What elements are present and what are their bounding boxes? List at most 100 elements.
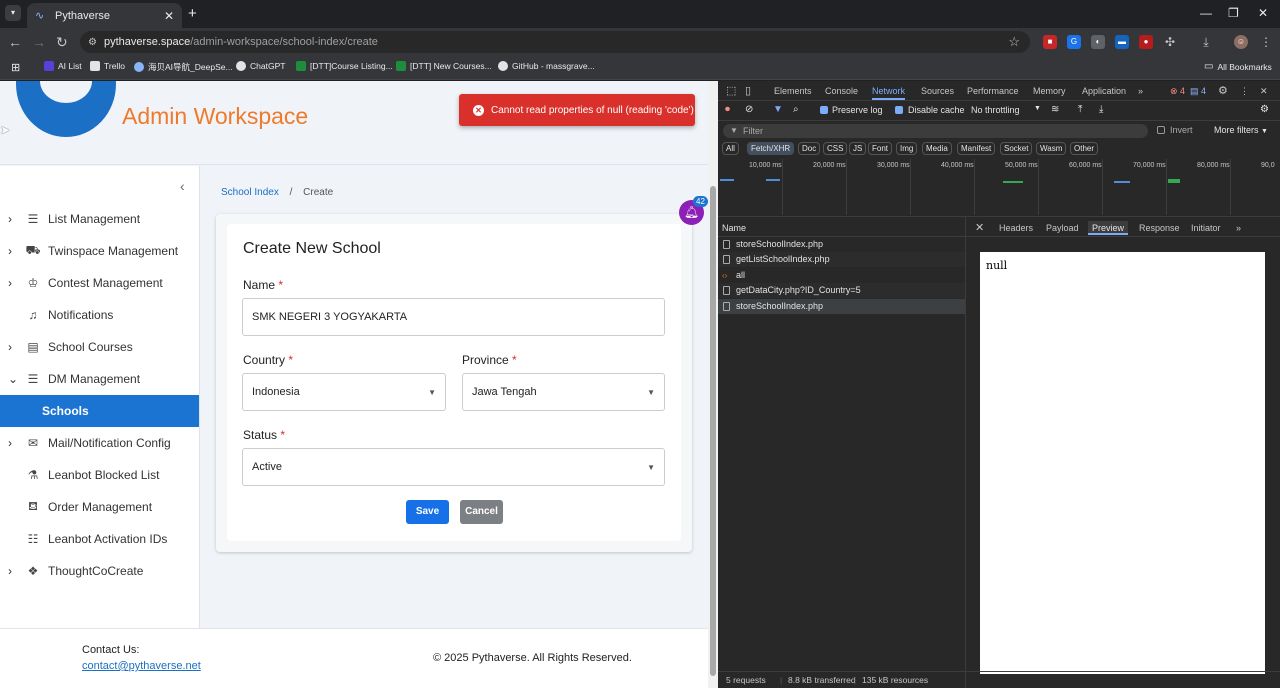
- tab-sources[interactable]: Sources: [921, 86, 954, 96]
- extension-icon[interactable]: ▬: [1115, 35, 1129, 49]
- chip-other[interactable]: Other: [1070, 142, 1099, 155]
- chip-font[interactable]: Font: [868, 142, 893, 155]
- network-conditions-icon[interactable]: ≋: [1051, 104, 1059, 115]
- contact-email-link[interactable]: contact@pythaverse.net: [82, 660, 201, 672]
- filter-funnel-icon[interactable]: ▼: [773, 104, 783, 115]
- bookmark-star-icon[interactable]: ☆: [1008, 34, 1020, 50]
- close-detail-icon[interactable]: ✕: [975, 221, 984, 234]
- tab-console[interactable]: Console: [825, 86, 858, 96]
- sidebar-item-notifications[interactable]: ♫ Notifications: [0, 299, 199, 331]
- sidebar-item-contest-management[interactable]: › ♔ Contest Management: [0, 267, 199, 299]
- sidebar-item-twinspace-management[interactable]: › ⛟ Twinspace Management: [0, 235, 199, 267]
- save-button[interactable]: Save: [406, 500, 449, 524]
- back-button[interactable]: ←: [8, 34, 22, 50]
- error-count-badge[interactable]: ⊗ 4: [1170, 86, 1185, 97]
- tab-preview[interactable]: Preview: [1088, 221, 1129, 235]
- inspect-element-icon[interactable]: ⬚: [726, 84, 736, 97]
- chip-manifest[interactable]: Manifest: [957, 142, 996, 155]
- request-row-selected[interactable]: storeSchoolIndex.php: [718, 299, 965, 314]
- invert-checkbox[interactable]: [1157, 126, 1165, 134]
- error-toast[interactable]: ✕ Cannot read properties of null (readin…: [459, 94, 695, 126]
- chip-js[interactable]: JS: [849, 142, 867, 155]
- disable-cache-checkbox[interactable]: [895, 106, 903, 114]
- bookmark-ai-list[interactable]: AI List: [44, 61, 82, 71]
- translate-extension-icon[interactable]: G: [1067, 35, 1081, 49]
- profile-avatar[interactable]: ☺: [1234, 35, 1248, 49]
- extension-icon[interactable]: ●: [1139, 35, 1153, 49]
- bookmark-trello[interactable]: Trello: [90, 61, 125, 71]
- status-select[interactable]: Active ▼: [242, 448, 665, 486]
- bookmark-new-courses[interactable]: [DTT] New Courses...: [396, 61, 492, 71]
- preserve-log-checkbox[interactable]: [820, 106, 828, 114]
- chip-doc[interactable]: Doc: [798, 142, 821, 155]
- browser-tab[interactable]: ∿ Pythaverse ✕: [27, 3, 182, 28]
- message-count-badge[interactable]: ▤ 4: [1190, 86, 1206, 97]
- name-column-header[interactable]: Name: [718, 219, 965, 237]
- sidebar-item-schools[interactable]: Schools: [0, 395, 199, 427]
- name-field[interactable]: SMK NEGERI 3 YOGYAKARTA: [242, 298, 665, 336]
- chip-wasm[interactable]: Wasm: [1036, 142, 1067, 155]
- chip-media[interactable]: Media: [922, 142, 952, 155]
- more-tabs-icon[interactable]: »: [1236, 223, 1241, 233]
- chip-fetch-xhr[interactable]: Fetch/XHR: [747, 142, 795, 155]
- chip-img[interactable]: Img: [896, 142, 918, 155]
- network-settings-icon[interactable]: ⚙: [1260, 104, 1269, 115]
- chip-all[interactable]: All: [722, 142, 739, 155]
- tab-close-icon[interactable]: ✕: [164, 9, 174, 23]
- page-scrollbar[interactable]: [708, 81, 718, 688]
- maximize-button[interactable]: ❐: [1228, 6, 1239, 20]
- tab-initiator[interactable]: Initiator: [1191, 223, 1221, 233]
- more-tabs-icon[interactable]: »: [1138, 86, 1143, 96]
- address-bar[interactable]: ⚙ pythaverse.space/admin-workspace/schoo…: [80, 31, 1030, 53]
- extensions-puzzle-icon[interactable]: ✣: [1163, 35, 1177, 49]
- reload-button[interactable]: ↻: [56, 34, 68, 51]
- request-row[interactable]: getListSchoolIndex.php: [718, 252, 965, 267]
- record-icon[interactable]: ⏺: [725, 104, 730, 115]
- tab-memory[interactable]: Memory: [1033, 86, 1066, 96]
- tab-application[interactable]: Application: [1082, 86, 1126, 96]
- upload-icon[interactable]: ⤒: [1078, 104, 1082, 115]
- download-icon[interactable]: ⤓: [1099, 104, 1103, 115]
- bookmark-course-listing[interactable]: [DTT]Course Listing...: [296, 61, 393, 71]
- sidebar-item-thoughtcocreate[interactable]: › ❖ ThoughtCoCreate: [0, 555, 199, 587]
- tab-performance[interactable]: Performance: [967, 86, 1019, 96]
- request-row[interactable]: ‹› all: [718, 268, 965, 283]
- close-window-button[interactable]: ✕: [1258, 6, 1268, 20]
- cancel-button[interactable]: Cancel: [460, 500, 503, 524]
- devtools-menu-icon[interactable]: ⋮: [1240, 86, 1249, 97]
- browser-menu-icon[interactable]: ⋮: [1259, 35, 1273, 49]
- more-filters-button[interactable]: More filters ▼: [1214, 125, 1268, 135]
- tab-network[interactable]: Network: [872, 86, 906, 100]
- sidebar-item-order-management[interactable]: ⛾ Order Management: [0, 491, 199, 523]
- pythaverse-logo[interactable]: [16, 81, 116, 137]
- tab-response[interactable]: Response: [1139, 223, 1180, 233]
- sidebar-item-school-courses[interactable]: › ▤ School Courses: [0, 331, 199, 363]
- apps-grid-icon[interactable]: ⊞: [11, 61, 20, 74]
- sidebar-item-leanbot-blocked-list[interactable]: ⚗ Leanbot Blocked List: [0, 459, 199, 491]
- all-bookmarks-button[interactable]: ▭ All Bookmarks: [1204, 61, 1272, 72]
- minimize-button[interactable]: —: [1200, 6, 1212, 20]
- request-row[interactable]: storeSchoolIndex.php: [718, 237, 965, 252]
- extension-icon[interactable]: ◐: [1091, 35, 1105, 49]
- search-icon[interactable]: ⌕: [793, 104, 799, 115]
- breadcrumb-school-index[interactable]: School Index: [221, 187, 279, 198]
- bookmark-chatgpt[interactable]: ChatGPT: [236, 61, 285, 71]
- collapse-sidebar-icon[interactable]: ‹: [180, 178, 185, 194]
- request-row[interactable]: getDataCity.php?ID_Country=5: [718, 283, 965, 298]
- tab-headers[interactable]: Headers: [999, 223, 1033, 233]
- close-devtools-icon[interactable]: ✕: [1260, 86, 1268, 97]
- network-timeline[interactable]: 10,000 ms 20,000 ms 30,000 ms 40,000 ms …: [718, 157, 1280, 217]
- download-icon[interactable]: ⤓: [1199, 35, 1213, 49]
- settings-gear-icon[interactable]: ⚙: [1218, 84, 1228, 97]
- tab-elements[interactable]: Elements: [774, 86, 812, 96]
- tab-payload[interactable]: Payload: [1046, 223, 1079, 233]
- clear-icon[interactable]: ⊘: [745, 104, 753, 115]
- sidebar-item-list-management[interactable]: › ☰ List Management: [0, 203, 199, 235]
- country-select[interactable]: Indonesia ▼: [242, 373, 446, 411]
- new-tab-button[interactable]: +: [188, 5, 197, 22]
- province-select[interactable]: Jawa Tengah ▼: [462, 373, 665, 411]
- device-toolbar-icon[interactable]: ▯: [745, 84, 751, 97]
- chip-socket[interactable]: Socket: [1000, 142, 1033, 155]
- bookmark-deepseek[interactable]: 海贝AI导航_DeepSe...: [134, 61, 233, 73]
- forward-button[interactable]: →: [32, 34, 46, 50]
